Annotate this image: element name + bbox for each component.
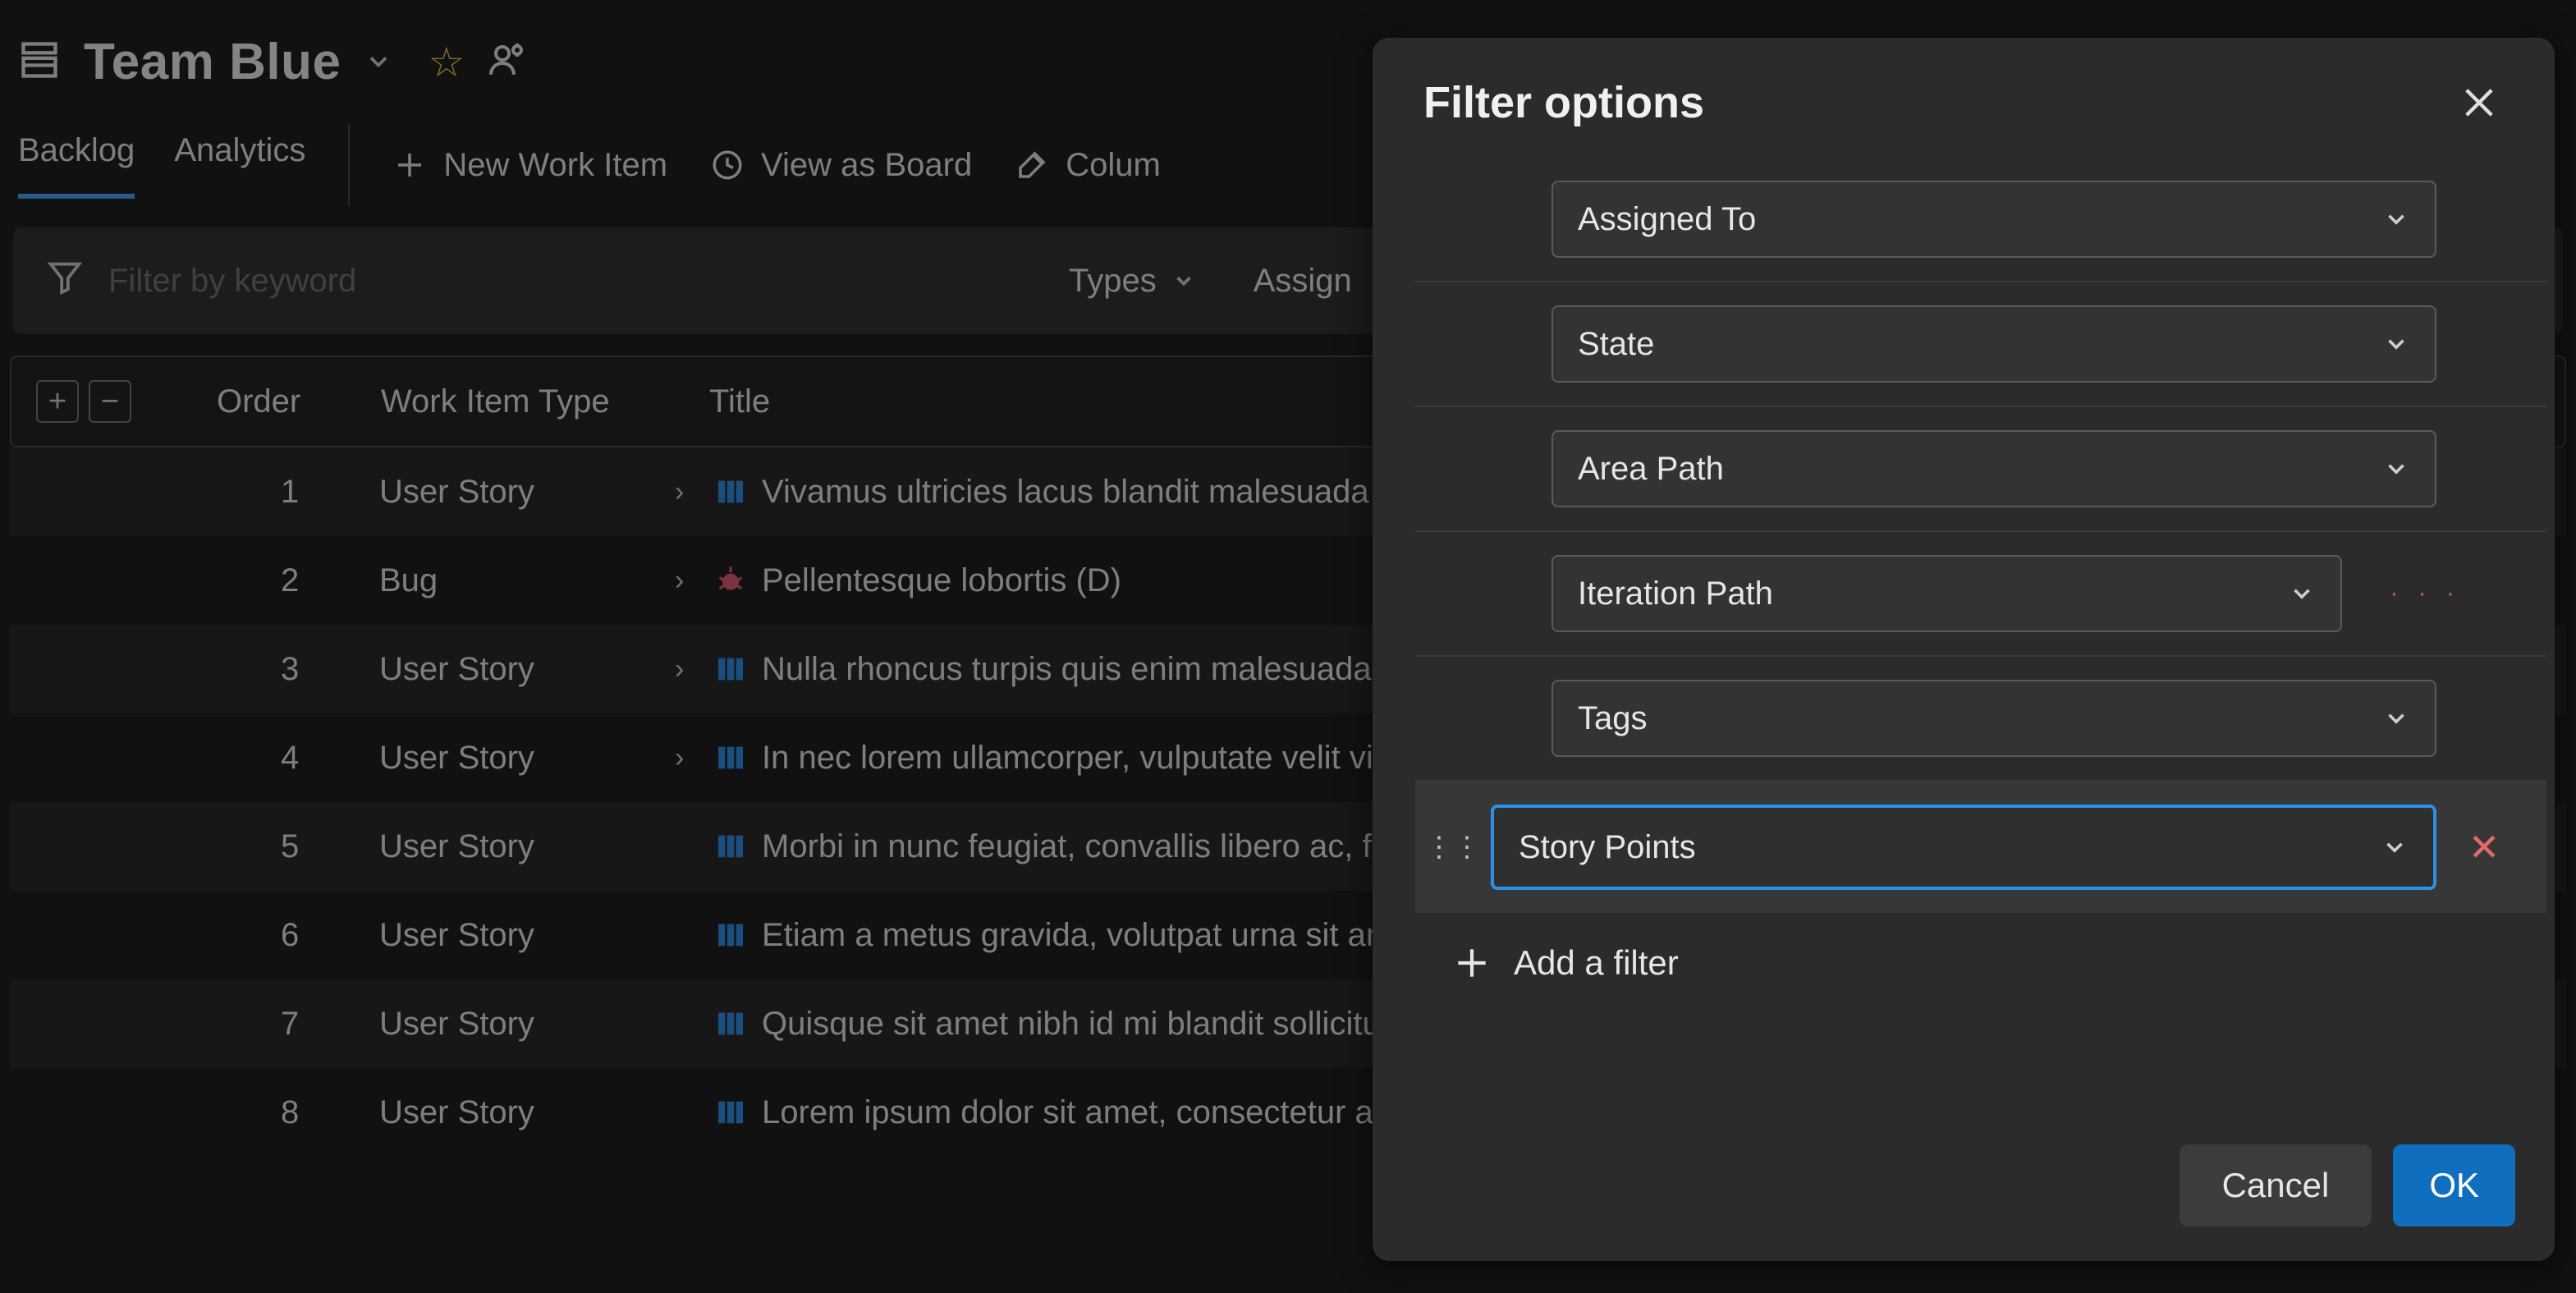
- filter-field-select[interactable]: Iteration Path: [1552, 555, 2342, 632]
- filter-field-label: Tags: [1578, 700, 1648, 737]
- drag-handle-icon[interactable]: ⋮⋮: [1438, 831, 1468, 864]
- close-button[interactable]: [2455, 78, 2504, 127]
- filter-options-panel: Filter options ⋮⋮Assigned To✕⋮⋮State✕⋮⋮A…: [1373, 38, 2555, 1261]
- panel-title: Filter options: [1423, 77, 1704, 128]
- panel-footer: Cancel OK: [1373, 1120, 2555, 1261]
- filter-field-label: Story Points: [1519, 829, 1696, 866]
- filter-row: ⋮⋮Tags✕: [1415, 657, 2546, 782]
- filter-field-select[interactable]: Area Path: [1552, 430, 2436, 507]
- filter-field-label: State: [1578, 326, 1654, 363]
- add-filter-label: Add a filter: [1514, 943, 1679, 983]
- filter-field-label: Area Path: [1578, 451, 1724, 488]
- filter-field-label: Iteration Path: [1578, 575, 1773, 612]
- cancel-button[interactable]: Cancel: [2180, 1144, 2372, 1227]
- filter-row: ⋮⋮Iteration Path· · ·✕: [1415, 532, 2546, 657]
- panel-header: Filter options: [1373, 38, 2555, 158]
- filter-field-select[interactable]: Story Points: [1491, 805, 2436, 890]
- filter-field-label: Assigned To: [1578, 201, 1756, 238]
- ok-button[interactable]: OK: [2393, 1144, 2515, 1227]
- panel-body[interactable]: ⋮⋮Assigned To✕⋮⋮State✕⋮⋮Area Path✕ ⋮⋮ Iter…: [1373, 158, 2555, 1120]
- filter-field-select[interactable]: Tags: [1552, 680, 2436, 757]
- filter-row: ⋮⋮Assigned To✕: [1415, 158, 2546, 282]
- filter-row: ⋮⋮ Story Points ✕: [1415, 782, 2546, 913]
- drag-hint-icon: · · ·: [2390, 580, 2461, 608]
- filter-field-select[interactable]: Assigned To: [1552, 181, 2436, 258]
- filter-row: ⋮⋮Area Path✕: [1415, 407, 2546, 532]
- add-filter-button[interactable]: Add a filter: [1415, 913, 2546, 1013]
- remove-filter-button[interactable]: ✕: [2459, 825, 2509, 869]
- filter-field-select[interactable]: State: [1552, 305, 2436, 383]
- filter-row: ⋮⋮State✕: [1415, 282, 2546, 407]
